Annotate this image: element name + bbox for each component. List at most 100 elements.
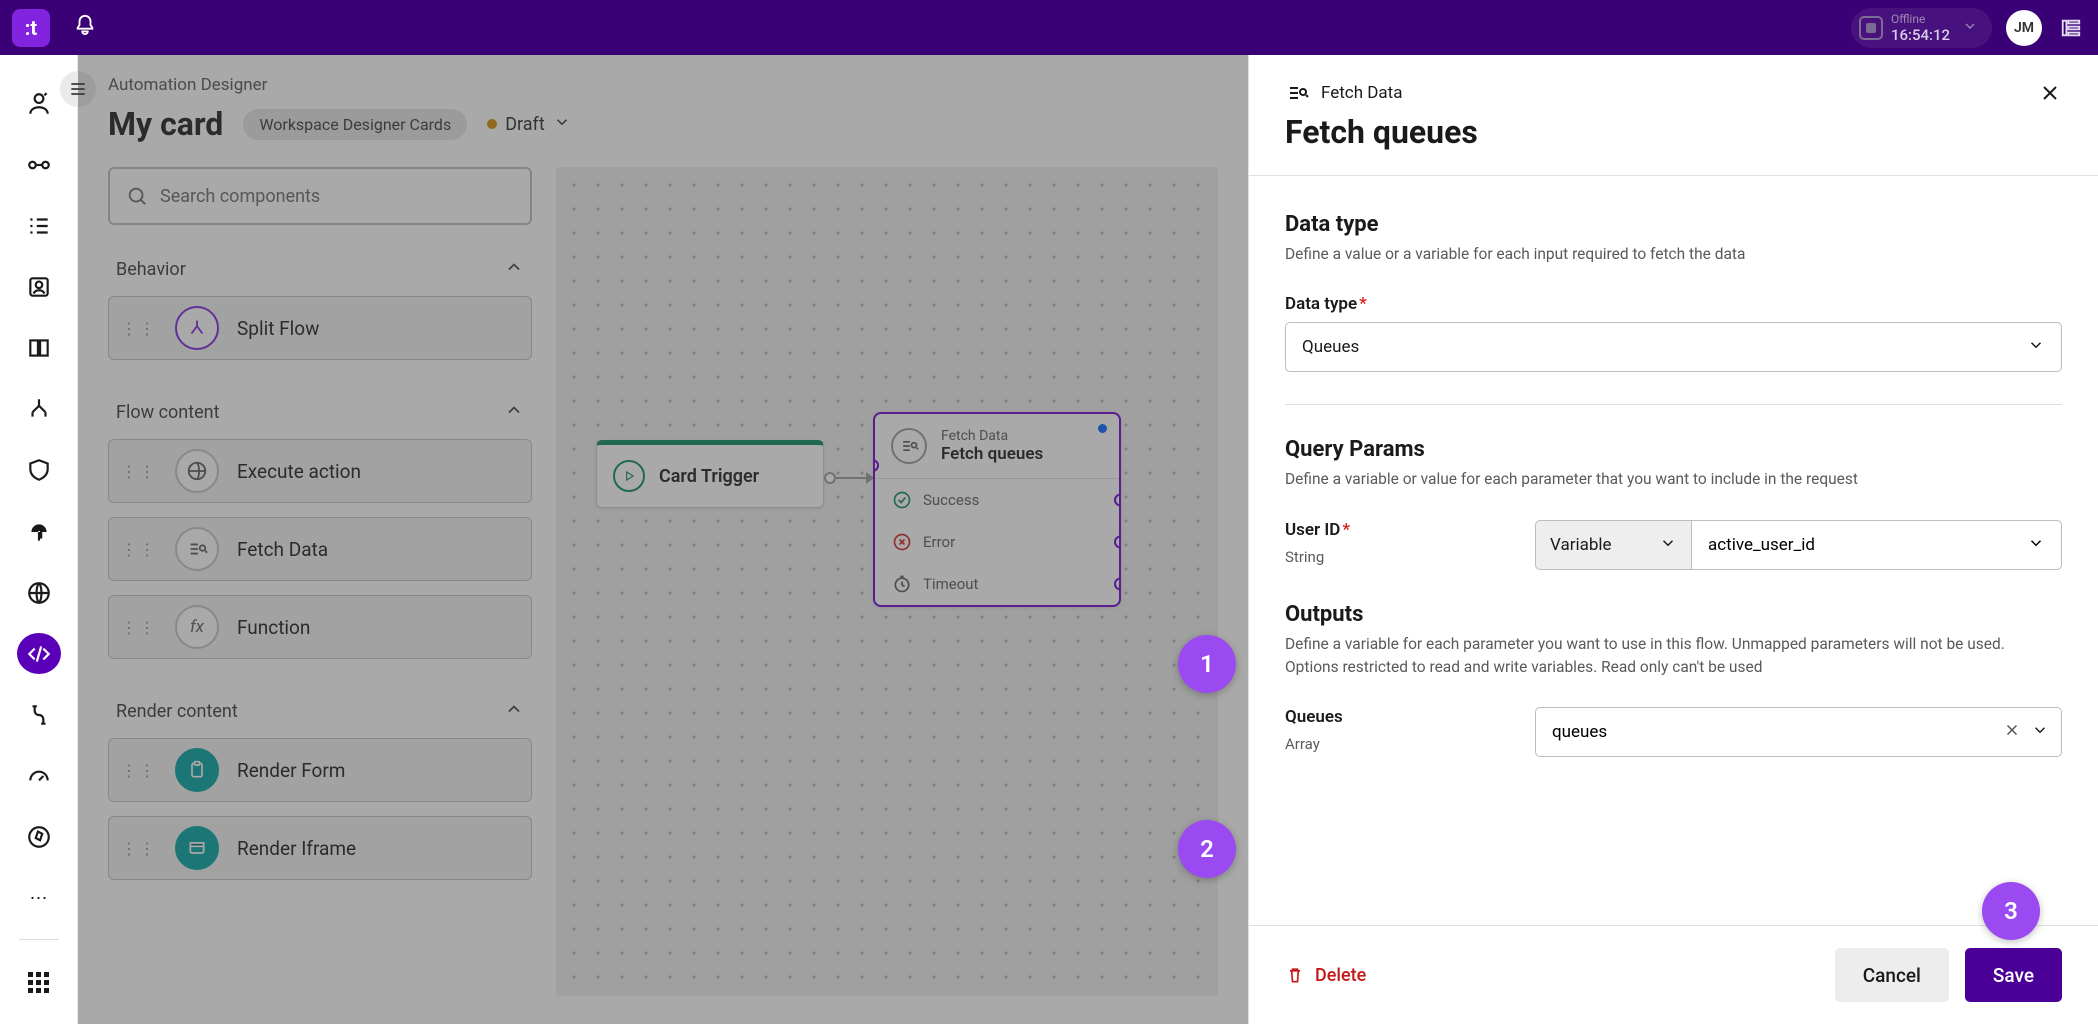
page-title: My card bbox=[108, 105, 223, 143]
iframe-icon bbox=[175, 826, 219, 870]
section-desc: Define a value or a variable for each in… bbox=[1285, 243, 2062, 266]
section-title: Query Params bbox=[1285, 437, 2062, 462]
panel-toggle-icon[interactable] bbox=[2056, 13, 2086, 43]
nav-fingerprint-icon[interactable] bbox=[17, 511, 61, 552]
component-function[interactable]: ⋮⋮ fx Function bbox=[108, 595, 532, 659]
node-type-label: Fetch Data bbox=[941, 428, 1043, 444]
section-label: Behavior bbox=[116, 259, 186, 280]
notification-icon[interactable] bbox=[74, 14, 96, 42]
panel-title: Fetch queues bbox=[1285, 113, 1478, 151]
nav-contact-icon[interactable] bbox=[17, 266, 61, 307]
output-port[interactable] bbox=[1114, 494, 1121, 507]
left-nav: ⋯ bbox=[0, 55, 78, 1024]
properties-panel: Fetch Data Fetch queues Data type Define… bbox=[1248, 55, 2098, 1024]
workspace-chip[interactable]: Workspace Designer Cards bbox=[243, 109, 467, 140]
app-logo[interactable]: :t bbox=[12, 9, 50, 47]
component-render-form[interactable]: ⋮⋮ Render Form bbox=[108, 738, 532, 802]
select-data-type[interactable]: Queues bbox=[1285, 322, 2062, 372]
save-button[interactable]: Save bbox=[1965, 948, 2062, 1002]
timeout-icon bbox=[891, 573, 913, 595]
node-title: Fetch queues bbox=[941, 444, 1043, 464]
field-label-datatype: Data type* bbox=[1285, 294, 2062, 314]
split-icon bbox=[175, 306, 219, 350]
function-icon: fx bbox=[175, 605, 219, 649]
fetch-icon bbox=[1285, 81, 1309, 105]
nav-more-icon[interactable]: ⋯ bbox=[17, 878, 61, 919]
status-dropdown[interactable]: Draft bbox=[487, 113, 571, 135]
chevron-up-icon bbox=[504, 257, 524, 282]
output-port[interactable] bbox=[1114, 536, 1121, 549]
search-input[interactable]: Search components bbox=[108, 167, 532, 225]
variable-value: active_user_id bbox=[1708, 535, 1815, 555]
nav-logic-icon[interactable] bbox=[17, 694, 61, 735]
chevron-down-icon bbox=[553, 113, 571, 135]
section-flow-content[interactable]: Flow content bbox=[108, 396, 532, 439]
field-type: Array bbox=[1285, 735, 1515, 753]
nav-compass-icon[interactable] bbox=[17, 817, 61, 858]
unsaved-indicator-icon bbox=[1098, 424, 1107, 433]
variable-toggle-label: Variable bbox=[1550, 535, 1612, 555]
component-fetch-data[interactable]: ⋮⋮ Fetch Data bbox=[108, 517, 532, 581]
nav-code-icon[interactable] bbox=[17, 633, 61, 674]
variable-type-select[interactable]: Variable bbox=[1535, 520, 1691, 570]
section-label: Render content bbox=[116, 701, 238, 722]
flow-canvas[interactable]: Card Trigger Fetch Data Fetch bbox=[556, 167, 1218, 996]
drag-handle-icon: ⋮⋮ bbox=[121, 462, 157, 481]
callout-1: 1 bbox=[1178, 635, 1236, 693]
param-user-id: User ID* String Variable active_user_id bbox=[1285, 520, 2062, 570]
component-label: Split Flow bbox=[237, 317, 319, 340]
output-port[interactable] bbox=[1114, 578, 1121, 591]
node-label: Card Trigger bbox=[659, 466, 759, 487]
search-placeholder: Search components bbox=[160, 186, 320, 207]
node-card-trigger[interactable]: Card Trigger bbox=[596, 440, 824, 508]
nav-gauge-icon[interactable] bbox=[17, 756, 61, 797]
close-button[interactable] bbox=[2038, 81, 2062, 112]
section-desc: Define a variable for each parameter you… bbox=[1285, 633, 2062, 680]
clear-icon[interactable] bbox=[2003, 721, 2021, 744]
variable-value-select[interactable]: active_user_id bbox=[1691, 520, 2062, 570]
chevron-down-icon bbox=[1962, 18, 1978, 38]
section-behavior[interactable]: Behavior bbox=[108, 253, 532, 296]
nav-apps-icon[interactable] bbox=[17, 960, 61, 1004]
nav-columns-icon[interactable] bbox=[17, 328, 61, 369]
component-render-iframe[interactable]: ⋮⋮ Render Iframe bbox=[108, 816, 532, 880]
chevron-up-icon bbox=[504, 400, 524, 425]
component-split-flow[interactable]: ⋮⋮ Split Flow bbox=[108, 296, 532, 360]
components-panel: Search components Behavior ⋮⋮ Split Flow… bbox=[108, 167, 556, 996]
play-icon bbox=[613, 460, 645, 492]
component-label: Render Iframe bbox=[237, 837, 356, 860]
cancel-button[interactable]: Cancel bbox=[1835, 948, 1949, 1002]
nav-branch-icon[interactable] bbox=[17, 389, 61, 430]
component-execute-action[interactable]: ⋮⋮ Execute action bbox=[108, 439, 532, 503]
field-label-queues: Queues bbox=[1285, 707, 1515, 727]
select-value: Queues bbox=[1302, 337, 1359, 357]
drag-handle-icon: ⋮⋮ bbox=[121, 540, 157, 559]
globe-icon bbox=[175, 449, 219, 493]
status-label: Draft bbox=[505, 114, 545, 135]
nav-shield-icon[interactable] bbox=[17, 450, 61, 491]
nav-list-icon[interactable] bbox=[17, 205, 61, 246]
topbar: :t Offline 16:54:12 JM bbox=[0, 0, 2098, 55]
form-icon bbox=[175, 748, 219, 792]
error-icon bbox=[891, 531, 913, 553]
node-fetch-queues[interactable]: Fetch Data Fetch queues Success bbox=[873, 412, 1121, 607]
sidebar-collapse-button[interactable] bbox=[60, 71, 96, 107]
drag-handle-icon: ⋮⋮ bbox=[121, 761, 157, 780]
field-type: String bbox=[1285, 548, 1515, 566]
nav-globe-icon[interactable] bbox=[17, 572, 61, 613]
field-label-userid: User ID* bbox=[1285, 520, 1515, 540]
status-dot-icon bbox=[487, 119, 497, 129]
output-value-select[interactable]: queues bbox=[1535, 707, 2062, 757]
panel-type-label: Fetch Data bbox=[1321, 83, 1403, 103]
nav-user-icon[interactable] bbox=[17, 83, 61, 124]
nav-link-icon[interactable] bbox=[17, 144, 61, 185]
user-avatar[interactable]: JM bbox=[2006, 10, 2042, 46]
param-queues: Queues Array queues bbox=[1285, 707, 2062, 757]
delete-button[interactable]: Delete bbox=[1285, 965, 1366, 986]
status-pill[interactable]: Offline 16:54:12 bbox=[1851, 8, 1992, 48]
output-value: queues bbox=[1552, 722, 1607, 742]
section-render-content[interactable]: Render content bbox=[108, 695, 532, 738]
component-label: Fetch Data bbox=[237, 538, 328, 561]
success-icon bbox=[891, 489, 913, 511]
section-title: Data type bbox=[1285, 212, 2062, 237]
